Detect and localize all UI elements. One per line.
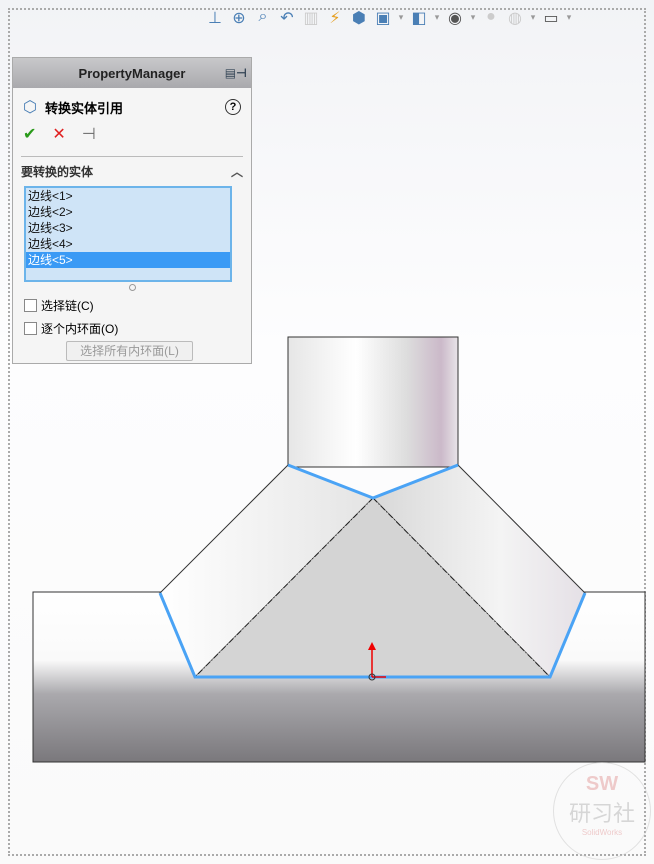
select-all-inner-loops-button[interactable]: 选择所有内环面(L) — [66, 341, 193, 361]
monitor-icon[interactable]: ▭ — [541, 8, 561, 28]
section-title: 要转换的实体 — [21, 165, 94, 179]
cancel-x-icon[interactable]: ✕ — [52, 124, 65, 144]
checkbox-label: 逐个内环面(O) — [41, 322, 119, 336]
select-chain-checkbox[interactable]: 选择链(C) — [13, 291, 251, 314]
checkbox[interactable] — [24, 322, 37, 335]
previous-view-icon[interactable]: ↶ — [277, 8, 297, 28]
list-item[interactable]: 边线<4> — [26, 236, 230, 252]
watermark-logo: SW 研习社 SolidWorks — [553, 762, 651, 860]
list-item[interactable]: 边线<1> — [26, 188, 230, 204]
chevron-down-icon[interactable]: ▾ — [433, 8, 441, 28]
vertical-pipe[interactable] — [287, 336, 459, 468]
chevron-down-icon[interactable]: ▾ — [529, 8, 537, 28]
heads-up-view-toolbar: ⊥ ⊕ ⌕ ↶ ▥ ⚡ ⬢ ▣ ▾ ◧ ▾ ◉ ▾ ● ◍ ▾ ▭ ▾ — [205, 8, 573, 28]
inner-loops-checkbox[interactable]: 逐个内环面(O) — [13, 314, 251, 337]
zoom-to-fit-icon[interactable]: ⊕ — [229, 8, 249, 28]
checkbox[interactable] — [24, 299, 37, 312]
hide-show-icon[interactable]: ◧ — [409, 8, 429, 28]
chevron-down-icon[interactable]: ▾ — [469, 8, 477, 28]
section-header[interactable]: 要转换的实体 ︿ — [21, 156, 243, 180]
chevron-down-icon[interactable]: ▾ — [397, 8, 405, 28]
checkbox-label: 选择链(C) — [41, 299, 94, 313]
list-item-selected[interactable]: 边线<5> — [26, 252, 230, 268]
property-manager-panel: PropertyManager ▤⊣ ⬡ 转换实体引用 ? ✔ ✕ ⊣ 要转换的… — [12, 57, 252, 364]
section-view-icon[interactable]: ▥ — [301, 8, 321, 28]
edit-appearance-icon[interactable]: ● — [481, 8, 501, 28]
list-item[interactable]: 边线<3> — [26, 220, 230, 236]
feature-title: 转换实体引用 — [44, 100, 123, 116]
eye-icon[interactable]: ◉ — [445, 8, 465, 28]
convert-entities-icon: ⬡ — [23, 99, 37, 116]
display-style-icon[interactable]: ▣ — [373, 8, 393, 28]
pin-icon[interactable]: ▤⊣ — [225, 66, 247, 80]
resize-handle[interactable] — [128, 284, 136, 291]
property-manager-header: PropertyManager ▤⊣ — [13, 58, 251, 88]
chevron-down-icon[interactable]: ▾ — [565, 8, 573, 28]
ok-check-icon[interactable]: ✔ — [23, 124, 36, 144]
dynamic-annotation-icon[interactable]: ⚡ — [325, 8, 345, 28]
entities-list[interactable]: 边线<1> 边线<2> 边线<3> 边线<4> 边线<5> — [24, 186, 232, 282]
panel-header-label: PropertyManager — [78, 65, 186, 81]
help-icon[interactable]: ? — [225, 99, 241, 115]
zoom-to-area-icon[interactable]: ⌕ — [253, 8, 273, 28]
pushpin-icon[interactable]: ⊣ — [82, 124, 96, 144]
chevron-up-icon[interactable]: ︿ — [231, 163, 243, 180]
view-orientation-icon[interactable]: ⬢ — [349, 8, 369, 28]
apply-scene-icon[interactable]: ◍ — [505, 8, 525, 28]
list-item[interactable]: 边线<2> — [26, 204, 230, 220]
normal-to-icon[interactable]: ⊥ — [205, 8, 225, 28]
